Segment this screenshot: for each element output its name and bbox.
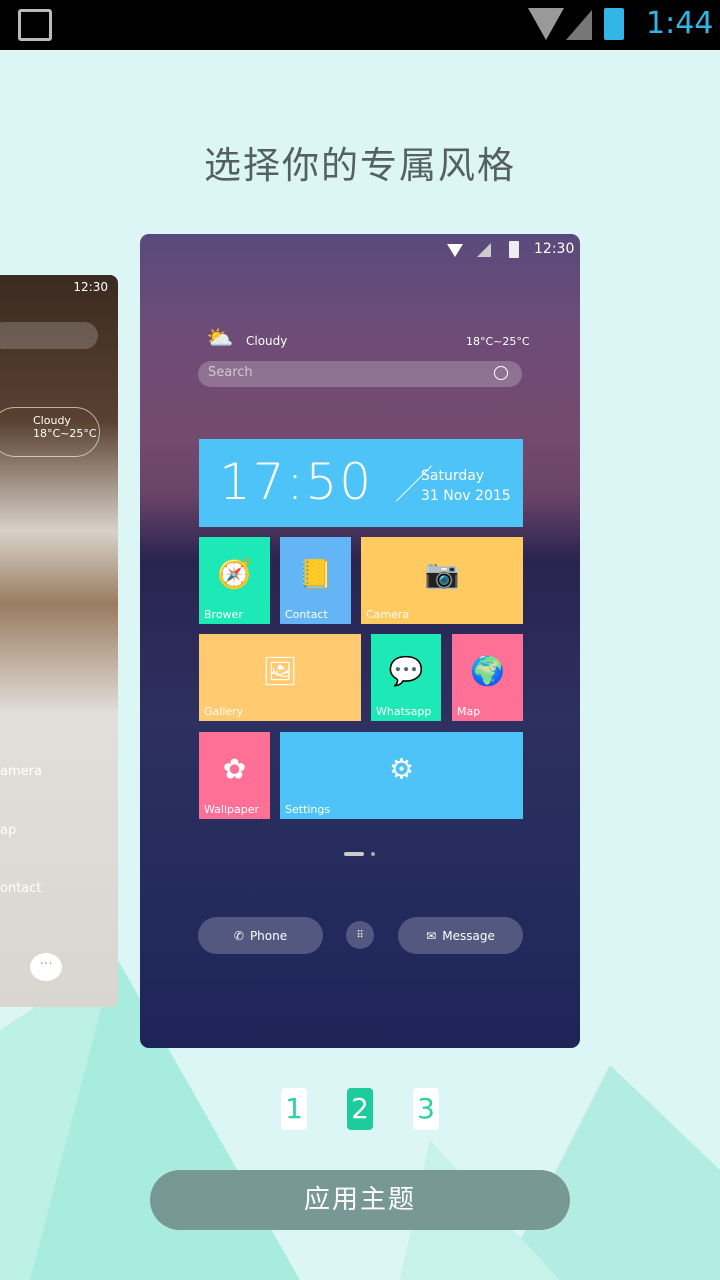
- cloudy-icon: ⛅: [206, 326, 234, 351]
- theme-preview-1[interactable]: 12:30 Cloudy 18°C~25°C amera ap ontact ·…: [0, 275, 118, 1007]
- status-bar: 1:44: [0, 0, 720, 50]
- message-button[interactable]: ✉ Message: [398, 917, 523, 954]
- theme-preview-2[interactable]: 12:30 ⛅ Cloudy 18°C~25°C Search 17:50 Sa…: [140, 234, 580, 1048]
- search-bar[interactable]: Search: [198, 361, 522, 387]
- search-placeholder: Search: [208, 365, 253, 380]
- tile-whatsapp[interactable]: 💬 Whatsapp: [371, 634, 441, 721]
- tile-label: Map: [457, 705, 481, 718]
- clock-time: 17:50: [219, 453, 374, 511]
- tile-label: Camera: [366, 608, 410, 621]
- phone-icon: ✆: [233, 928, 244, 943]
- preview-signal-icon: [477, 243, 491, 257]
- preview-time: 12:30: [73, 280, 108, 294]
- mail-icon: ✉: [426, 928, 437, 943]
- phone-label: Phone: [249, 928, 288, 943]
- contact-book-icon: 📒: [298, 557, 333, 591]
- tile-settings[interactable]: ⚙ Settings: [280, 732, 523, 819]
- app-drawer-icon[interactable]: ⠿: [346, 921, 374, 949]
- preview-search-bar: [0, 322, 98, 349]
- preview-item: ap: [0, 823, 17, 838]
- clock: 1:44: [646, 6, 714, 41]
- page-indicator: [344, 852, 364, 856]
- image-icon: 🖼: [262, 654, 298, 688]
- preview-item: amera: [0, 764, 42, 779]
- page-title: 选择你的专属风格: [204, 144, 516, 187]
- signal-icon: [566, 10, 592, 40]
- tile-wallpaper[interactable]: ✿ Wallpaper: [199, 732, 270, 819]
- tile-label: Brower: [204, 608, 243, 621]
- preview-item: ontact: [0, 881, 42, 896]
- tile-label: Contact: [285, 608, 328, 621]
- flower-icon: ✿: [222, 752, 247, 786]
- pager-3[interactable]: 3: [413, 1088, 439, 1130]
- weather-label: Cloudy: [33, 414, 71, 427]
- preview-time: 12:30: [534, 241, 575, 257]
- compass-icon: 🧭: [217, 557, 252, 591]
- tile-contact[interactable]: 📒 Contact: [280, 537, 351, 624]
- tile-label: Gallery: [204, 705, 244, 718]
- camera-icon: 📷: [424, 557, 460, 591]
- phone-button[interactable]: ✆ Phone: [198, 917, 323, 954]
- preview-wifi-icon: [447, 244, 463, 257]
- temp-label: 18°C~25°C: [33, 427, 97, 440]
- temp-label: 18°C~25°C: [466, 335, 530, 348]
- weather-label: Cloudy: [246, 334, 288, 348]
- pager-2[interactable]: 2: [347, 1088, 373, 1130]
- preview-battery-icon: [509, 241, 519, 258]
- message-label: Message: [442, 928, 495, 943]
- wifi-icon: [528, 8, 564, 40]
- tile-label: Whatsapp: [376, 705, 432, 718]
- whatsapp-icon: 💬: [388, 654, 424, 688]
- clock-tile[interactable]: 17:50 Saturday 31 Nov 2015: [199, 439, 523, 527]
- tile-map[interactable]: 🌍 Map: [452, 634, 523, 721]
- tile-gallery[interactable]: 🖼 Gallery: [199, 634, 361, 721]
- gear-icon: ⚙: [388, 752, 415, 786]
- tile-brower[interactable]: 🧭 Brower: [199, 537, 270, 624]
- tile-label: Wallpaper: [204, 803, 260, 816]
- gallery-notification-icon: [18, 9, 52, 41]
- clock-day: Saturday: [421, 468, 485, 484]
- page-indicator: [371, 852, 375, 856]
- globe-icon: 🌍: [470, 654, 505, 688]
- apply-theme-button[interactable]: 应用主题: [150, 1170, 570, 1230]
- clock-date: 31 Nov 2015: [421, 488, 511, 504]
- chat-bubble-icon: ···: [30, 953, 62, 981]
- search-icon: [494, 366, 508, 380]
- battery-icon: [604, 8, 624, 40]
- tile-camera[interactable]: 📷 Camera: [361, 537, 523, 624]
- tile-label: Settings: [285, 803, 331, 816]
- preview-weather-widget: Cloudy 18°C~25°C: [0, 407, 100, 457]
- pager-1[interactable]: 1: [281, 1088, 307, 1130]
